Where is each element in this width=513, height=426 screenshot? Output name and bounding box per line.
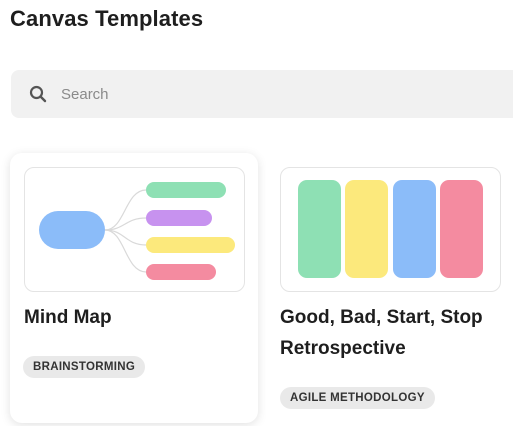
search-input[interactable] xyxy=(61,79,361,109)
template-card-retrospective[interactable]: Good, Bad, Start, Stop Retrospective AGI… xyxy=(266,153,513,426)
template-preview-retrospective xyxy=(280,167,501,292)
category-tag: AGILE METHODOLOGY xyxy=(280,387,435,409)
template-preview-mind-map xyxy=(24,167,245,292)
search-bar[interactable] xyxy=(11,70,513,118)
template-title: Mind Map xyxy=(24,307,112,328)
template-card-mind-map[interactable]: Mind Map BRAINSTORMING xyxy=(10,153,258,423)
search-icon xyxy=(29,85,47,103)
page-title: Canvas Templates xyxy=(10,6,204,31)
template-title: Good, Bad, Start, Stop Retrospective xyxy=(280,307,483,359)
category-tag: BRAINSTORMING xyxy=(23,356,146,378)
